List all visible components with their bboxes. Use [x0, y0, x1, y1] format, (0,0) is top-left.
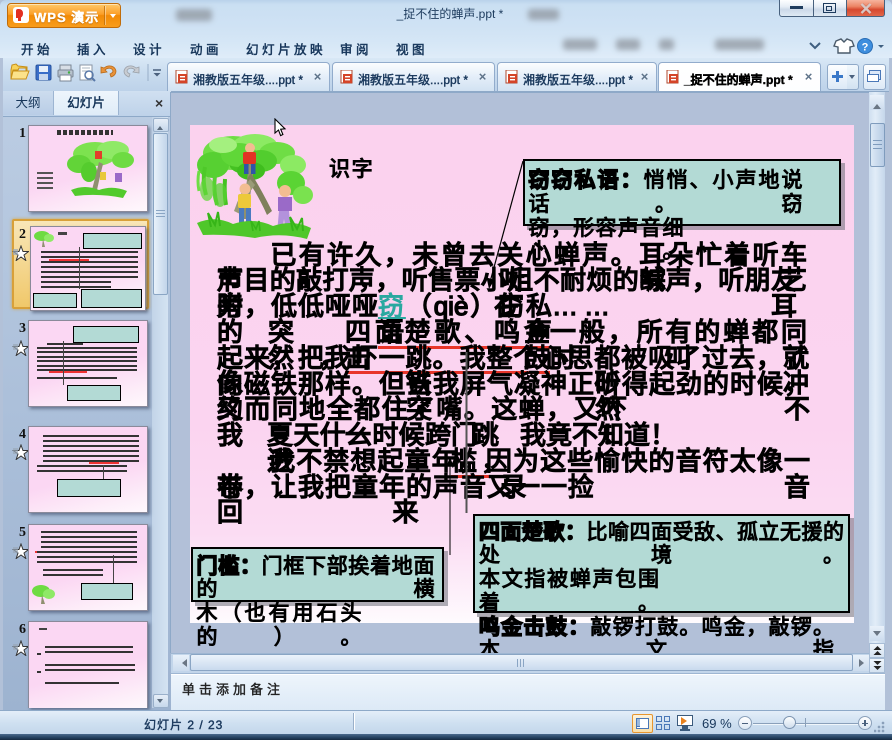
svg-text:?: ?	[862, 42, 869, 54]
